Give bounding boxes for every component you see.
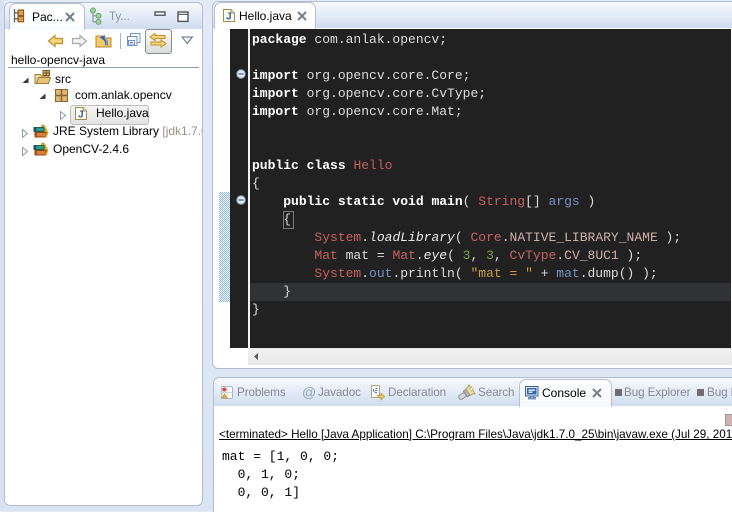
svg-text:J: J bbox=[226, 12, 232, 23]
svg-text:J: J bbox=[78, 110, 84, 121]
